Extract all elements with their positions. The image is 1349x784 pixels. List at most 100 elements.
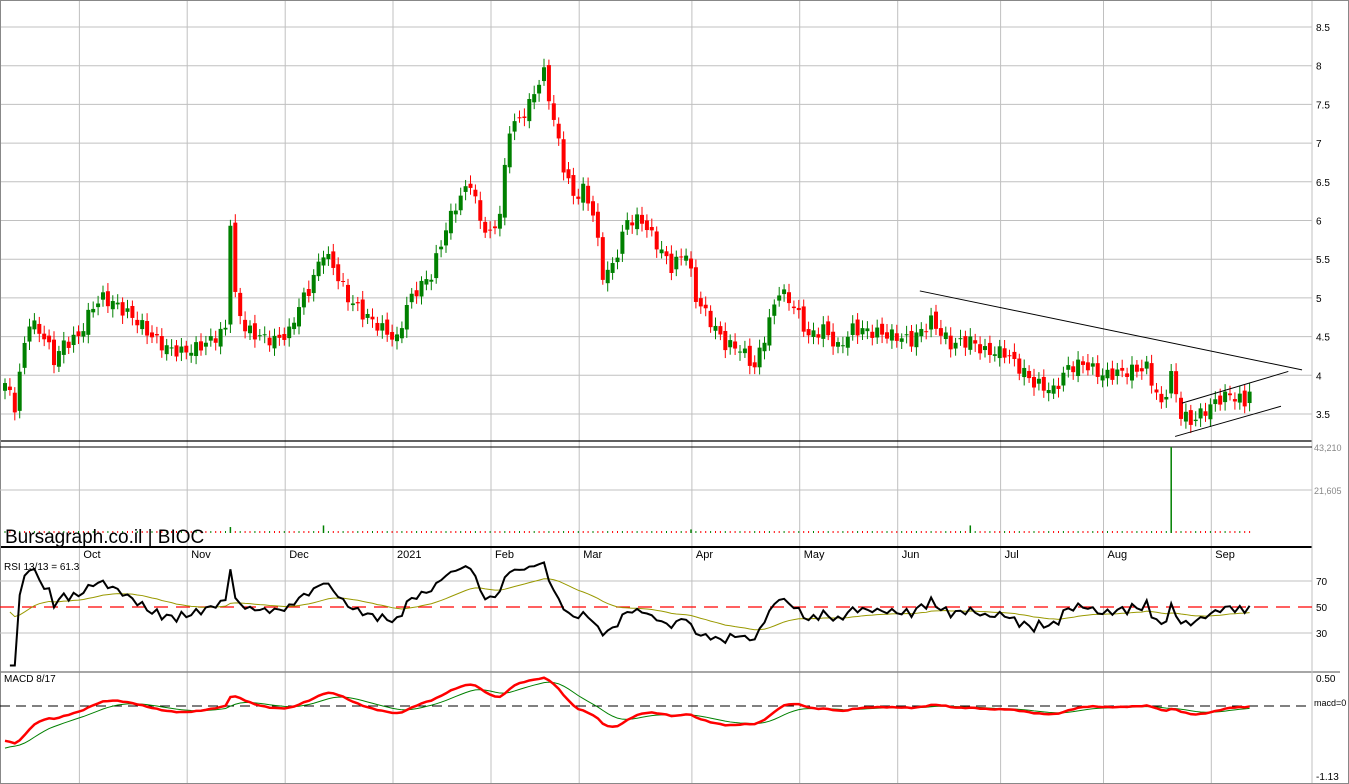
month-label: Sep (1215, 549, 1235, 561)
candle-body (1036, 378, 1041, 384)
candle-body (502, 164, 507, 218)
candle-body (934, 311, 938, 329)
candle-body (27, 326, 32, 342)
candle-body (718, 326, 723, 335)
frame (0, 0, 1349, 784)
candle-body (105, 291, 110, 307)
candle-body (973, 340, 978, 344)
candle-body (831, 331, 836, 347)
candle-body (424, 279, 429, 285)
candle-body (174, 345, 179, 357)
candle-body (1228, 393, 1232, 396)
macd-zero-label: macd=0 (1314, 698, 1346, 708)
candle-body (1105, 369, 1110, 379)
candle-body (1022, 367, 1027, 378)
candle-body (130, 305, 135, 318)
candle-body (1159, 393, 1164, 403)
month-label: Mar (583, 549, 602, 561)
candle-body (1223, 391, 1228, 403)
price-tick: 7 (1316, 139, 1322, 150)
candle-body (914, 332, 919, 348)
candle-body (561, 139, 566, 173)
candle-body (904, 334, 909, 336)
candle-body (1154, 389, 1159, 393)
candle-body (56, 351, 61, 367)
candle-body (1076, 359, 1081, 377)
candle-body (1169, 371, 1174, 394)
candle-body (341, 280, 346, 282)
candle-body (777, 295, 782, 301)
candle-body (1193, 419, 1198, 422)
candle-body (674, 256, 679, 270)
rsi-level: 30 (1316, 629, 1328, 640)
candle-body (1100, 375, 1105, 381)
candle-body (429, 279, 434, 282)
candle-body (845, 336, 850, 348)
candle-body (238, 292, 243, 317)
candle-body (924, 331, 929, 333)
macd-label: MACD 8/17 (4, 674, 56, 685)
candle-body (757, 347, 762, 368)
candle-body (71, 334, 76, 346)
candle-body (439, 246, 444, 250)
candle-body (963, 336, 968, 348)
price-tick: 7.5 (1316, 100, 1330, 111)
candle-body (164, 345, 169, 355)
macd-bottom: -1.13 (1316, 772, 1339, 783)
price-tick: 4.5 (1316, 333, 1330, 344)
candle-body (184, 345, 189, 353)
candle-body (125, 308, 130, 312)
candle-body (728, 340, 733, 348)
candle-body (747, 345, 752, 366)
candle-body (791, 306, 796, 309)
candle-body (649, 226, 654, 231)
candle-body (243, 319, 248, 332)
candle-body (816, 334, 821, 338)
candle-body (669, 253, 674, 273)
candle-body (52, 339, 56, 366)
candle-body (1237, 393, 1242, 403)
candle-body (542, 67, 546, 82)
candle-body (1012, 351, 1017, 360)
candle-body (958, 338, 963, 340)
candle-body (453, 210, 458, 215)
candle-body (301, 292, 306, 308)
price-tick: 5 (1316, 294, 1322, 305)
indicators (0, 561, 1312, 749)
candle-body (953, 342, 958, 349)
candle-body (1066, 365, 1071, 370)
candle-body (630, 222, 635, 226)
candle-body (42, 333, 47, 340)
candle-body (336, 264, 341, 282)
candle-body (96, 303, 101, 308)
candle-body (252, 323, 257, 340)
candle-body (115, 302, 120, 305)
axis-labels: Oct Nov Dec 2021 Feb Mar Apr May Jun Jul Aug Sep 3.5… (83, 23, 1346, 783)
price-tick: 5.5 (1316, 255, 1330, 266)
price-tick: 6 (1316, 217, 1322, 228)
price-tick: 3.5 (1316, 410, 1330, 421)
candle-body (1027, 370, 1032, 379)
candle-body (610, 263, 615, 273)
candle-body (787, 292, 791, 304)
candle-body (664, 251, 669, 257)
candle-body (1149, 363, 1154, 386)
candle-body (1071, 366, 1076, 373)
candle-body (463, 186, 468, 192)
candle-body (1056, 385, 1061, 389)
month-label: 2021 (397, 549, 421, 561)
candle-body (865, 328, 870, 332)
trendlines (919, 290, 1303, 437)
candle-body (277, 334, 282, 338)
candle-body (140, 320, 145, 330)
candle-body (47, 335, 52, 343)
candle-body (478, 200, 483, 221)
candle-body (595, 211, 600, 238)
candle-body (257, 335, 262, 337)
candle-body (1110, 368, 1115, 380)
candle-body (752, 362, 757, 368)
candle-body (1174, 371, 1179, 395)
candle-body (620, 231, 625, 254)
candle-body (262, 334, 267, 336)
candle-body (840, 345, 845, 347)
